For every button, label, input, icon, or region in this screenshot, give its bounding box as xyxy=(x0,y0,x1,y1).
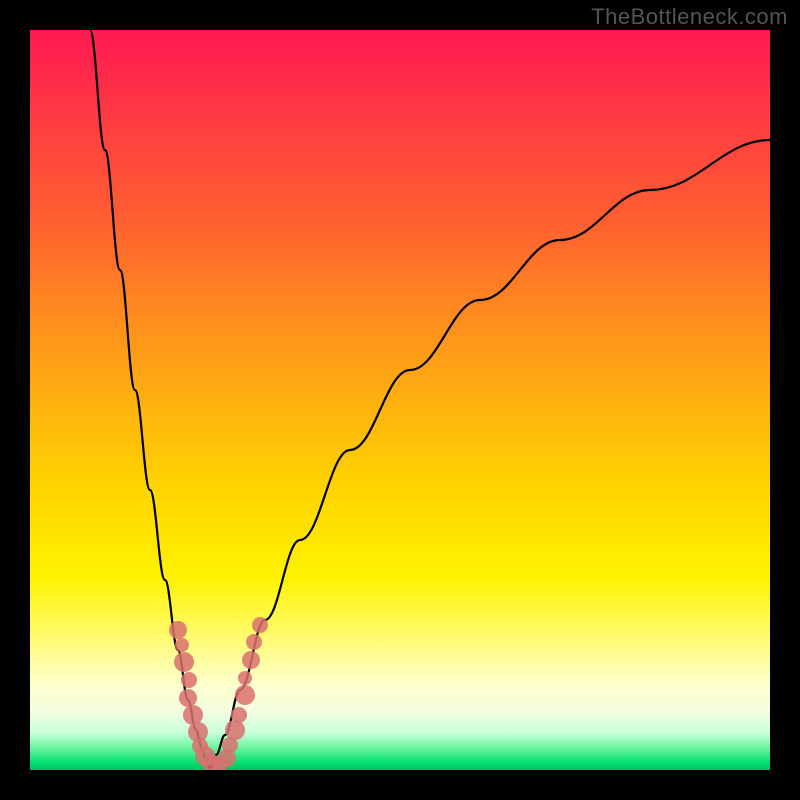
scatter-dot xyxy=(252,617,268,633)
scatter-dot xyxy=(238,671,252,685)
scatter-dot xyxy=(235,685,255,705)
scatter-dot xyxy=(246,634,262,650)
scatter-dot xyxy=(242,651,260,669)
scatter-dot xyxy=(183,705,203,725)
chart-svg xyxy=(30,30,770,770)
scatter-dot xyxy=(175,638,189,652)
watermark-text: TheBottleneck.com xyxy=(591,4,788,30)
outer-frame: TheBottleneck.com xyxy=(0,0,800,800)
scatter-dot xyxy=(174,652,194,672)
scatter-dot xyxy=(181,672,197,688)
plot-area xyxy=(30,30,770,770)
scatter-dot xyxy=(225,720,245,740)
scatter-dot xyxy=(169,621,187,639)
scatter-dot xyxy=(231,707,247,723)
scatter-group xyxy=(169,617,268,770)
scatter-dot xyxy=(179,689,197,707)
curve-right-branch xyxy=(210,140,770,768)
